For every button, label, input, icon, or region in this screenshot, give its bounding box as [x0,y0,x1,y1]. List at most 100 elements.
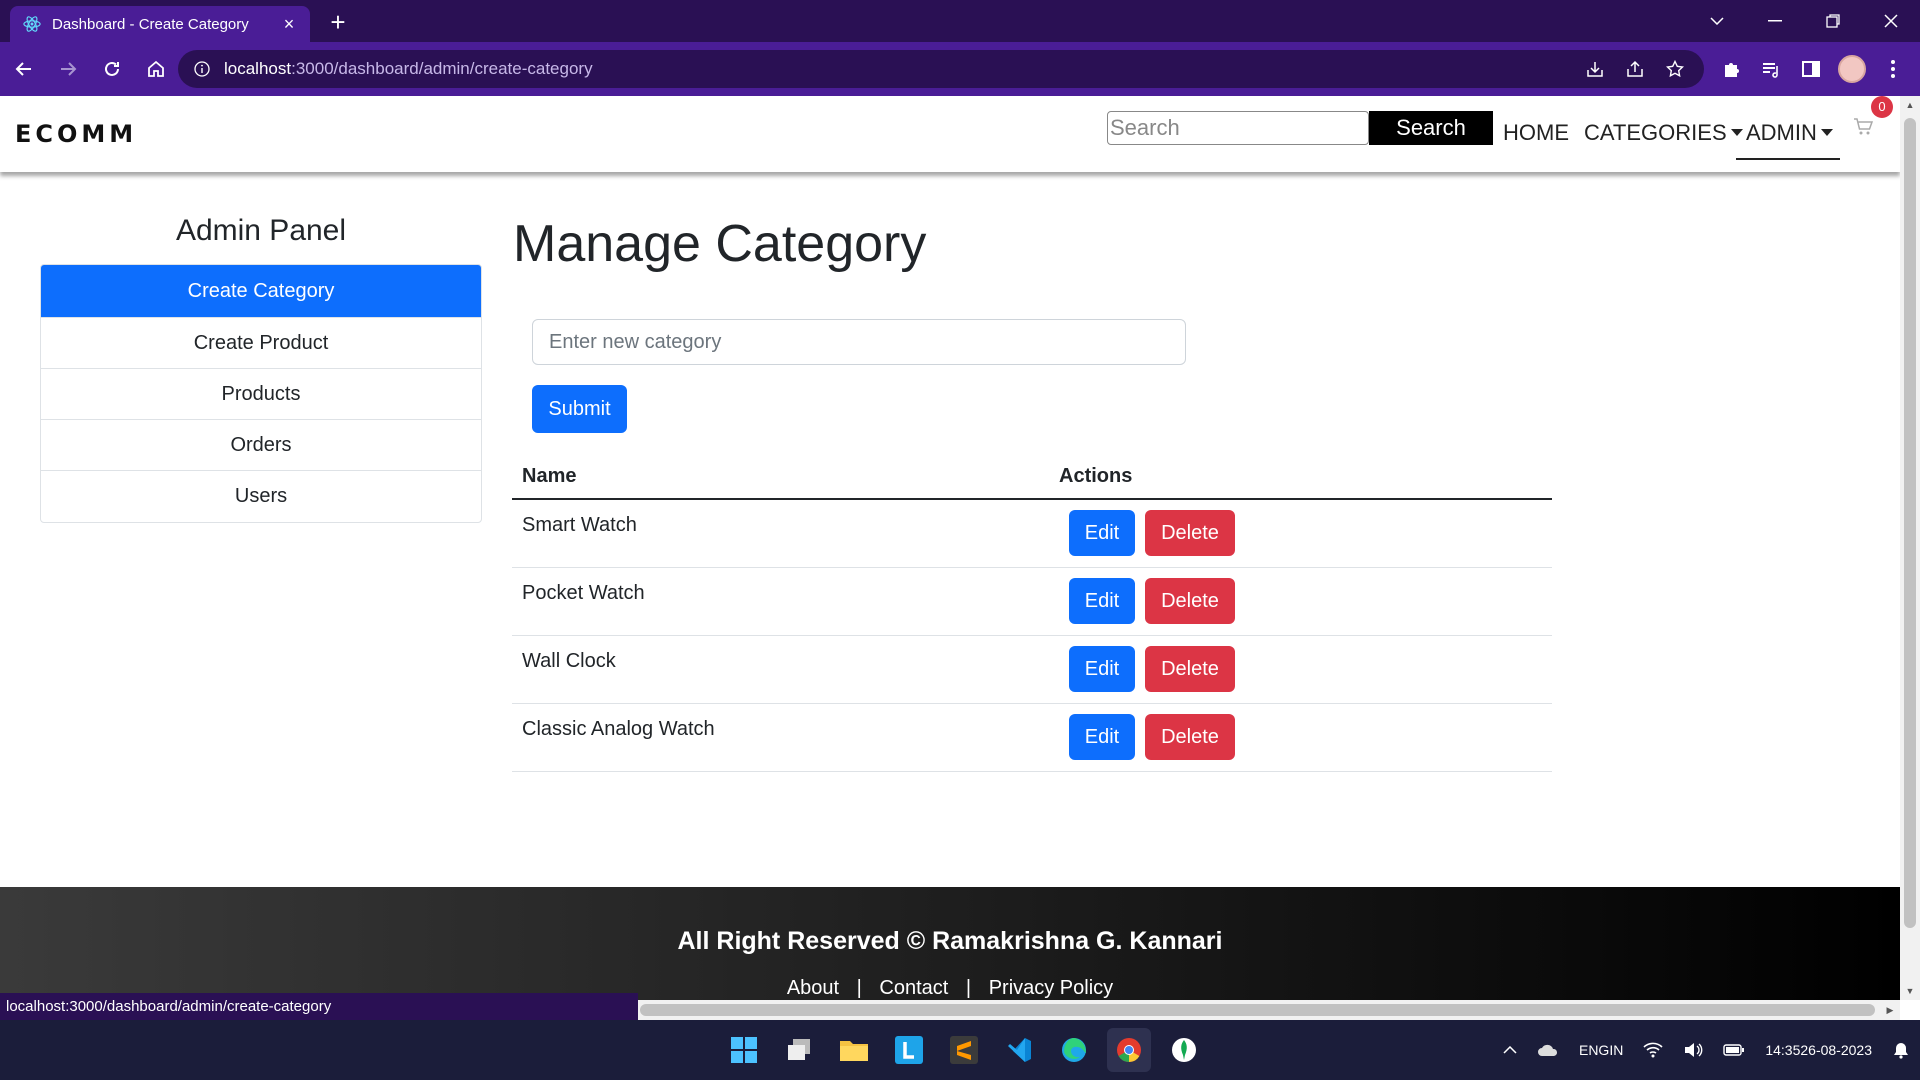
submit-button[interactable]: Submit [532,385,627,433]
task-view-icon[interactable] [777,1028,821,1072]
share-icon[interactable] [1624,58,1646,80]
minimize-button[interactable] [1746,0,1804,42]
active-nav-underline [1736,158,1840,160]
delete-button[interactable]: Delete [1145,510,1235,556]
close-window-button[interactable] [1862,0,1920,42]
cart-count-badge: 0 [1871,96,1893,118]
address-actions [1584,50,1686,88]
table-header: Name Actions [512,453,1552,500]
new-tab-button[interactable]: + [323,8,353,38]
back-button[interactable] [4,49,44,89]
sidebar-item-users[interactable]: Users [41,471,481,522]
url-host: localhost [224,59,292,78]
windows-start-icon[interactable] [722,1028,766,1072]
volume-icon[interactable] [1683,1042,1703,1058]
address-bar[interactable]: localhost:3000/dashboard/admin/create-ca… [178,50,1704,88]
scroll-right-arrow-icon[interactable]: ▶ [1880,1000,1900,1020]
delete-button[interactable]: Delete [1145,714,1235,760]
tray-chevron-up-icon[interactable] [1503,1046,1517,1054]
vscode-icon[interactable] [997,1028,1041,1072]
search-input[interactable]: Search [1107,111,1369,145]
search-button[interactable]: Search [1369,111,1493,145]
category-table: Name Actions Smart Watch Edit Delete Poc… [512,453,1552,772]
sublime-text-icon[interactable] [942,1028,986,1072]
browser-menu-icon[interactable] [1880,56,1906,82]
side-panel-icon[interactable] [1798,56,1824,82]
home-button[interactable] [136,49,176,89]
horizontal-scroll-thumb[interactable] [640,1004,1875,1016]
edge-icon[interactable] [1052,1028,1096,1072]
nav-home-link[interactable]: HOME [1503,120,1569,146]
install-app-icon[interactable] [1584,58,1606,80]
react-favicon-icon [22,14,42,34]
sidebar-item-create-category[interactable]: Create Category [41,265,481,318]
onedrive-cloud-icon[interactable] [1537,1043,1559,1057]
media-control-icon[interactable] [1758,56,1784,82]
cart-icon[interactable] [1853,118,1874,136]
extensions-puzzle-icon[interactable] [1718,56,1744,82]
profile-avatar[interactable] [1838,55,1866,83]
footer-copyright: All Right Reserved © Ramakrishna G. Kann… [677,927,1223,955]
scroll-up-arrow-icon[interactable]: ▲ [1900,96,1920,114]
new-category-input[interactable]: Enter new category [532,319,1186,365]
language-code: ENG [1578,1041,1610,1058]
web-page: ECOMM Search Search HOME CATEGORIES ADMI… [0,96,1900,1020]
restore-button[interactable] [1804,0,1862,42]
vertical-scroll-thumb[interactable] [1904,118,1916,928]
sidebar-item-orders[interactable]: Orders [41,420,481,471]
mongodb-compass-icon[interactable] [1162,1028,1206,1072]
column-header-actions: Actions [1059,465,1133,487]
language-indicator[interactable]: ENG IN [1579,1042,1623,1059]
sidebar-item-create-product[interactable]: Create Product [41,318,481,369]
sidebar-item-products[interactable]: Products [41,369,481,420]
edit-button[interactable]: Edit [1069,714,1135,760]
region-code: IN [1609,1041,1624,1058]
tab-search-icon[interactable] [1688,0,1746,42]
wifi-icon[interactable] [1643,1042,1663,1058]
caret-down-icon [1730,129,1743,136]
table-row: Smart Watch Edit Delete [512,500,1552,568]
taskbar-clock[interactable]: 14:35 26-08-2023 [1765,1041,1872,1059]
chrome-icon[interactable] [1107,1028,1151,1072]
browser-tab-active[interactable]: Dashboard - Create Category × [10,6,310,42]
brand-logo[interactable]: ECOMM [15,120,137,148]
notification-bell-icon[interactable] [1892,1041,1910,1059]
vertical-scrollbar[interactable]: ▲ ▼ [1900,96,1920,1000]
nav-categories-dropdown[interactable]: CATEGORIES [1584,120,1743,146]
table-row: Pocket Watch Edit Delete [512,568,1552,636]
file-explorer-icon[interactable] [832,1028,876,1072]
nav-categories-label: CATEGORIES [1584,120,1727,145]
battery-icon[interactable] [1723,1043,1745,1057]
url-path: :3000/dashboard/admin/create-category [291,59,593,78]
l-app-icon[interactable] [887,1028,931,1072]
extension-icons [1718,50,1906,88]
scroll-down-arrow-icon[interactable]: ▼ [1900,982,1920,1000]
admin-panel-title: Admin Panel [175,214,347,247]
window-controls [1688,0,1920,42]
table-row: Wall Clock Edit Delete [512,636,1552,704]
bookmark-star-icon[interactable] [1664,58,1686,80]
tab-close-icon[interactable]: × [280,14,298,34]
category-name: Classic Analog Watch [522,718,715,740]
reload-button[interactable] [92,49,132,89]
delete-button[interactable]: Delete [1145,646,1235,692]
forward-button[interactable] [48,49,88,89]
edit-button[interactable]: Edit [1069,578,1135,624]
system-tray: ENG IN 14:35 26-08-2023 [1493,1020,1920,1080]
footer-separator: | [856,977,862,999]
site-info-icon[interactable] [190,57,214,81]
table-row: Classic Analog Watch Edit Delete [512,704,1552,772]
page-title: Manage Category [513,215,927,273]
category-name: Wall Clock [522,650,616,672]
footer-link-contact[interactable]: Contact [879,977,948,999]
column-header-name: Name [522,465,577,487]
category-name: Smart Watch [522,514,637,536]
nav-admin-dropdown[interactable]: ADMIN [1746,120,1833,146]
edit-button[interactable]: Edit [1069,510,1135,556]
footer-link-about[interactable]: About [787,977,839,999]
delete-button[interactable]: Delete [1145,578,1235,624]
footer-link-privacy-policy[interactable]: Privacy Policy [989,977,1113,999]
tab-title: Dashboard - Create Category [52,15,249,33]
windows-taskbar: ENG IN 14:35 26-08-2023 [0,1020,1920,1080]
edit-button[interactable]: Edit [1069,646,1135,692]
